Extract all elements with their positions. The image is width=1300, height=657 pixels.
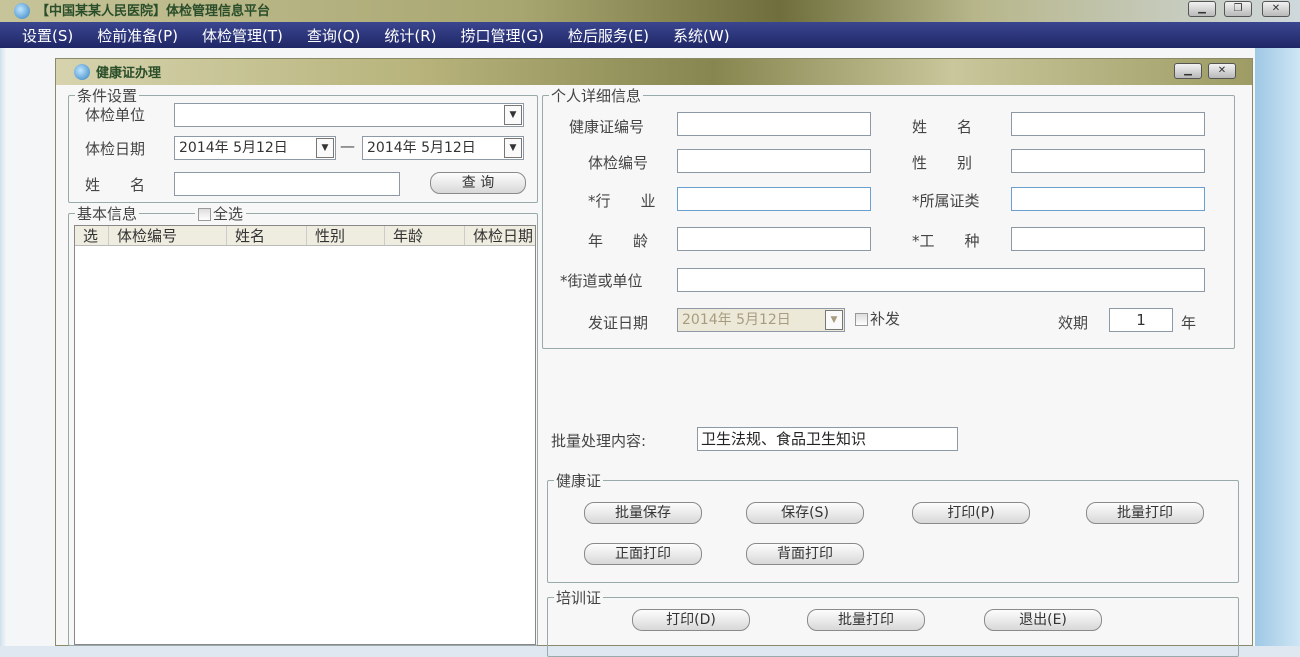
date-from-value: 2014年 5月12日	[179, 140, 288, 156]
cert-no-label: 健康证编号	[569, 118, 645, 136]
maximize-button[interactable]: ❐	[1224, 1, 1252, 17]
training-batch-print-button[interactable]: 批量打印	[807, 609, 925, 631]
unit-select[interactable]: ▼	[174, 103, 524, 127]
batch-label: 批量处理内容:	[551, 432, 647, 450]
table-header: 选 体检编号 姓名 性别 年龄 体检日期	[75, 226, 535, 246]
basic-info-legend: 基本信息	[77, 205, 138, 223]
exit-button[interactable]: 退出(E)	[984, 609, 1102, 631]
health-cert-legend: 健康证	[556, 472, 602, 490]
unit-label: 体检单位	[85, 106, 146, 124]
patient-table[interactable]: 选 体检编号 姓名 性别 年龄 体检日期	[74, 225, 536, 645]
age-label: 年 龄	[588, 232, 649, 250]
detail-name-label: 姓 名	[912, 118, 973, 136]
issue-date-label: 发证日期	[588, 314, 649, 332]
gender-label: 性 别	[912, 154, 973, 172]
gender-input[interactable]	[1011, 149, 1205, 173]
menu-post-exam[interactable]: 检后服务(E)	[568, 25, 649, 46]
save-button[interactable]: 保存(S)	[746, 502, 864, 524]
issue-date-value: 2014年 5月12日	[682, 312, 791, 328]
street-label: *街道或单位	[560, 272, 643, 290]
validity-input[interactable]: 1	[1109, 308, 1173, 332]
window-close-button[interactable]: ✕	[1208, 63, 1236, 79]
column-age[interactable]: 年龄	[385, 226, 465, 245]
front-print-button[interactable]: 正面打印	[584, 543, 702, 565]
detail-name-input[interactable]	[1011, 112, 1205, 136]
reissue-label: 补发	[870, 310, 901, 328]
age-input[interactable]	[677, 227, 871, 251]
menu-interface[interactable]: 捞口管理(G)	[461, 25, 544, 46]
validity-label: 效期	[1058, 314, 1089, 332]
job-input[interactable]	[1011, 227, 1205, 251]
job-label: *工 种	[912, 232, 980, 250]
chevron-down-icon[interactable]: ▼	[316, 138, 334, 158]
menu-query[interactable]: 查询(Q)	[307, 25, 361, 46]
detail-legend: 个人详细信息	[551, 87, 642, 105]
checkbox-icon[interactable]	[198, 208, 211, 221]
date-separator: —	[340, 137, 355, 155]
street-input[interactable]	[677, 268, 1205, 292]
column-gender[interactable]: 性别	[307, 226, 385, 245]
training-cert-legend: 培训证	[556, 589, 602, 607]
menu-exam-management[interactable]: 体检管理(T)	[202, 25, 283, 46]
app-icon	[14, 3, 30, 19]
training-print-button[interactable]: 打印(D)	[632, 609, 750, 631]
column-name[interactable]: 姓名	[227, 226, 307, 245]
chevron-down-icon[interactable]: ▼	[504, 138, 522, 158]
industry-input[interactable]	[677, 187, 871, 211]
health-cert-group: 健康证	[547, 470, 1239, 583]
window-titlebar: 健康证办理 ▁ ✕	[56, 59, 1252, 85]
name-label: 姓 名	[85, 176, 146, 194]
batch-print-button[interactable]: 批量打印	[1086, 502, 1204, 524]
query-button[interactable]: 查 询	[430, 172, 526, 194]
batch-input[interactable]: 卫生法规、食品卫生知识	[697, 427, 958, 451]
validity-unit: 年	[1181, 314, 1197, 332]
chevron-down-icon[interactable]: ▼	[825, 310, 843, 330]
exam-no-label: 体检编号	[588, 154, 649, 172]
window-title: 健康证办理	[96, 66, 162, 81]
app-titlebar: 【中国某某人民医院】体检管理信息平台 ▁ ❐ ✕	[0, 0, 1300, 22]
checkbox-icon[interactable]	[855, 313, 868, 326]
menu-pre-exam[interactable]: 检前准备(P)	[97, 25, 178, 46]
cert-no-input[interactable]	[677, 112, 871, 136]
select-all-label: 全选	[213, 205, 244, 223]
exam-no-input[interactable]	[677, 149, 871, 173]
chevron-down-icon[interactable]: ▼	[504, 105, 522, 125]
print-button[interactable]: 打印(P)	[912, 502, 1030, 524]
date-to-picker[interactable]: 2014年 5月12日 ▼	[362, 136, 524, 160]
issue-date-picker[interactable]: 2014年 5月12日 ▼	[677, 308, 845, 332]
reissue-checkbox[interactable]: 补发	[855, 308, 900, 329]
window-icon	[74, 64, 90, 80]
date-label: 体检日期	[85, 140, 146, 158]
column-select[interactable]: 选	[75, 226, 109, 245]
close-button[interactable]: ✕	[1262, 1, 1290, 17]
conditions-legend: 条件设置	[77, 87, 138, 105]
select-all-checkbox[interactable]: 全选	[195, 203, 247, 224]
column-exam-no[interactable]: 体检编号	[109, 226, 227, 245]
date-from-picker[interactable]: 2014年 5月12日 ▼	[174, 136, 336, 160]
menu-bar: 设置(S) 检前准备(P) 体检管理(T) 查询(Q) 统计(R) 捞口管理(G…	[0, 22, 1300, 48]
name-input[interactable]	[174, 172, 400, 196]
date-to-value: 2014年 5月12日	[367, 140, 476, 156]
cert-type-label: *所属证类	[912, 192, 980, 210]
back-print-button[interactable]: 背面打印	[746, 543, 864, 565]
background-strip	[1255, 48, 1300, 646]
batch-save-button[interactable]: 批量保存	[584, 502, 702, 524]
industry-label: *行 业	[588, 192, 656, 210]
menu-system[interactable]: 系统(W)	[673, 25, 730, 46]
app-title: 【中国某某人民医院】体检管理信息平台	[36, 4, 271, 19]
minimize-button[interactable]: ▁	[1188, 1, 1216, 17]
column-exam-date[interactable]: 体检日期	[465, 226, 535, 245]
menu-statistics[interactable]: 统计(R)	[384, 25, 436, 46]
window-minimize-button[interactable]: ▁	[1174, 63, 1202, 79]
cert-type-input[interactable]	[1011, 187, 1205, 211]
menu-settings[interactable]: 设置(S)	[22, 25, 73, 46]
